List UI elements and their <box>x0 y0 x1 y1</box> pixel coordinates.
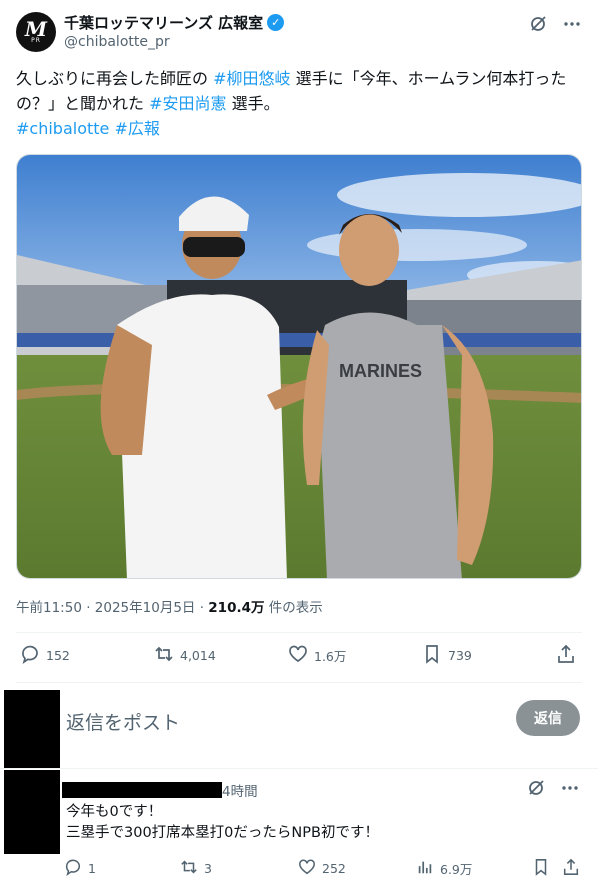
display-name[interactable]: 千葉ロッテマリーンズ 広報室 <box>64 12 263 33</box>
comment-line: 今年も0です！ <box>66 804 163 820</box>
post-header: M PR 千葉ロッテマリーンズ 広報室 ✓ @chibalotte_pr <box>16 10 582 54</box>
redacted-avatar <box>4 770 60 854</box>
divider <box>16 632 582 633</box>
handle[interactable]: @chibalotte_pr <box>64 34 170 50</box>
comment-header-actions <box>526 778 580 798</box>
reply-icon <box>20 644 40 667</box>
post-photo[interactable]: MARINES <box>16 154 582 579</box>
views-action[interactable]: 6.9万 <box>416 858 472 879</box>
share-action[interactable] <box>562 858 580 879</box>
repost-count: 4,014 <box>180 648 216 663</box>
like-count: 252 <box>322 861 346 876</box>
reply-button[interactable]: 返信 <box>516 700 580 736</box>
redacted-avatar <box>4 690 60 768</box>
share-action[interactable] <box>556 644 576 667</box>
reply-action[interactable]: 1 <box>64 858 96 879</box>
avatar-logo-sub: PR <box>31 37 41 44</box>
comment-text: 今年も0です！ 三塁手で300打席本塁打0だったらNPB初です！ <box>66 802 379 844</box>
hashtag-link[interactable]: #chibalotte <box>16 119 109 138</box>
heart-icon <box>298 858 316 879</box>
comment-actions: 1 3 252 6.9万 <box>0 858 598 878</box>
repost-icon <box>180 858 198 879</box>
heart-icon <box>288 644 308 667</box>
reply-input[interactable]: 返信をポスト <box>66 708 180 735</box>
view-count: 6.9万 <box>440 862 473 877</box>
divider <box>0 768 598 769</box>
grok-icon[interactable] <box>526 778 546 798</box>
avatar[interactable]: M PR <box>16 12 56 52</box>
share-icon <box>556 644 576 667</box>
name-row: 千葉ロッテマリーンズ 広報室 ✓ <box>64 12 285 33</box>
jersey-text: MARINES <box>339 361 422 381</box>
more-options-icon[interactable] <box>560 778 580 798</box>
repost-action[interactable]: 3 <box>180 858 212 879</box>
repost-action[interactable]: 4,014 <box>154 644 216 667</box>
header-actions <box>528 14 582 34</box>
avatar-logo-letter: M <box>24 17 48 41</box>
share-icon <box>562 858 580 879</box>
hashtag-link[interactable]: #安田尚憲 <box>149 94 226 113</box>
like-count: 1.6万 <box>314 649 347 664</box>
reply-count: 1 <box>88 861 96 876</box>
reply-composer: 返信をポスト 返信 <box>0 690 598 768</box>
photo-illustration: MARINES <box>17 155 581 578</box>
reply-count: 152 <box>46 648 70 663</box>
post-text-part: 選手。 <box>226 94 280 113</box>
reply-action[interactable]: 152 <box>20 644 70 667</box>
reply-icon <box>64 858 82 879</box>
post-text-part: 久しぶりに再会した師匠の <box>16 69 214 88</box>
divider <box>16 682 582 683</box>
view-count-label: 件の表示 <box>264 600 323 616</box>
comment-time[interactable]: 4時間 <box>222 780 258 800</box>
post-meta: 午前11:50 · 2025年10月5日 · 210.4万 件の表示 <box>16 596 323 616</box>
post-text: 久しぶりに再会した師匠の #柳田悠岐 選手に「今年、ホームラン何本打ったの？」と… <box>16 66 582 141</box>
grok-icon[interactable] <box>528 14 548 34</box>
comment: 4時間 今年も0です！ 三塁手で300打席本塁打0だったらNPB初です！ 1 3… <box>0 770 598 886</box>
hashtag-link[interactable]: #広報 <box>114 119 159 138</box>
bookmark-icon <box>532 858 550 879</box>
hashtag-link[interactable]: #柳田悠岐 <box>213 69 290 88</box>
bookmark-action[interactable]: 739 <box>422 644 472 667</box>
repost-icon <box>154 644 174 667</box>
analytics-icon <box>416 858 434 879</box>
more-options-icon[interactable] <box>562 14 582 34</box>
comment-line: 三塁手で300打席本塁打0だったらNPB初です！ <box>66 825 379 841</box>
verified-badge-icon: ✓ <box>267 14 285 31</box>
bookmark-icon <box>422 644 442 667</box>
redacted-username <box>62 782 222 798</box>
bookmark-count: 739 <box>448 648 472 663</box>
like-action[interactable]: 252 <box>298 858 346 879</box>
repost-count: 3 <box>204 861 212 876</box>
post-actions: 152 4,014 1.6万 739 <box>16 644 582 672</box>
post-timestamp[interactable]: 午前11:50 · 2025年10月5日 · <box>16 600 208 616</box>
bookmark-action[interactable] <box>532 858 550 879</box>
view-count: 210.4万 <box>208 600 265 616</box>
like-action[interactable]: 1.6万 <box>288 644 346 667</box>
